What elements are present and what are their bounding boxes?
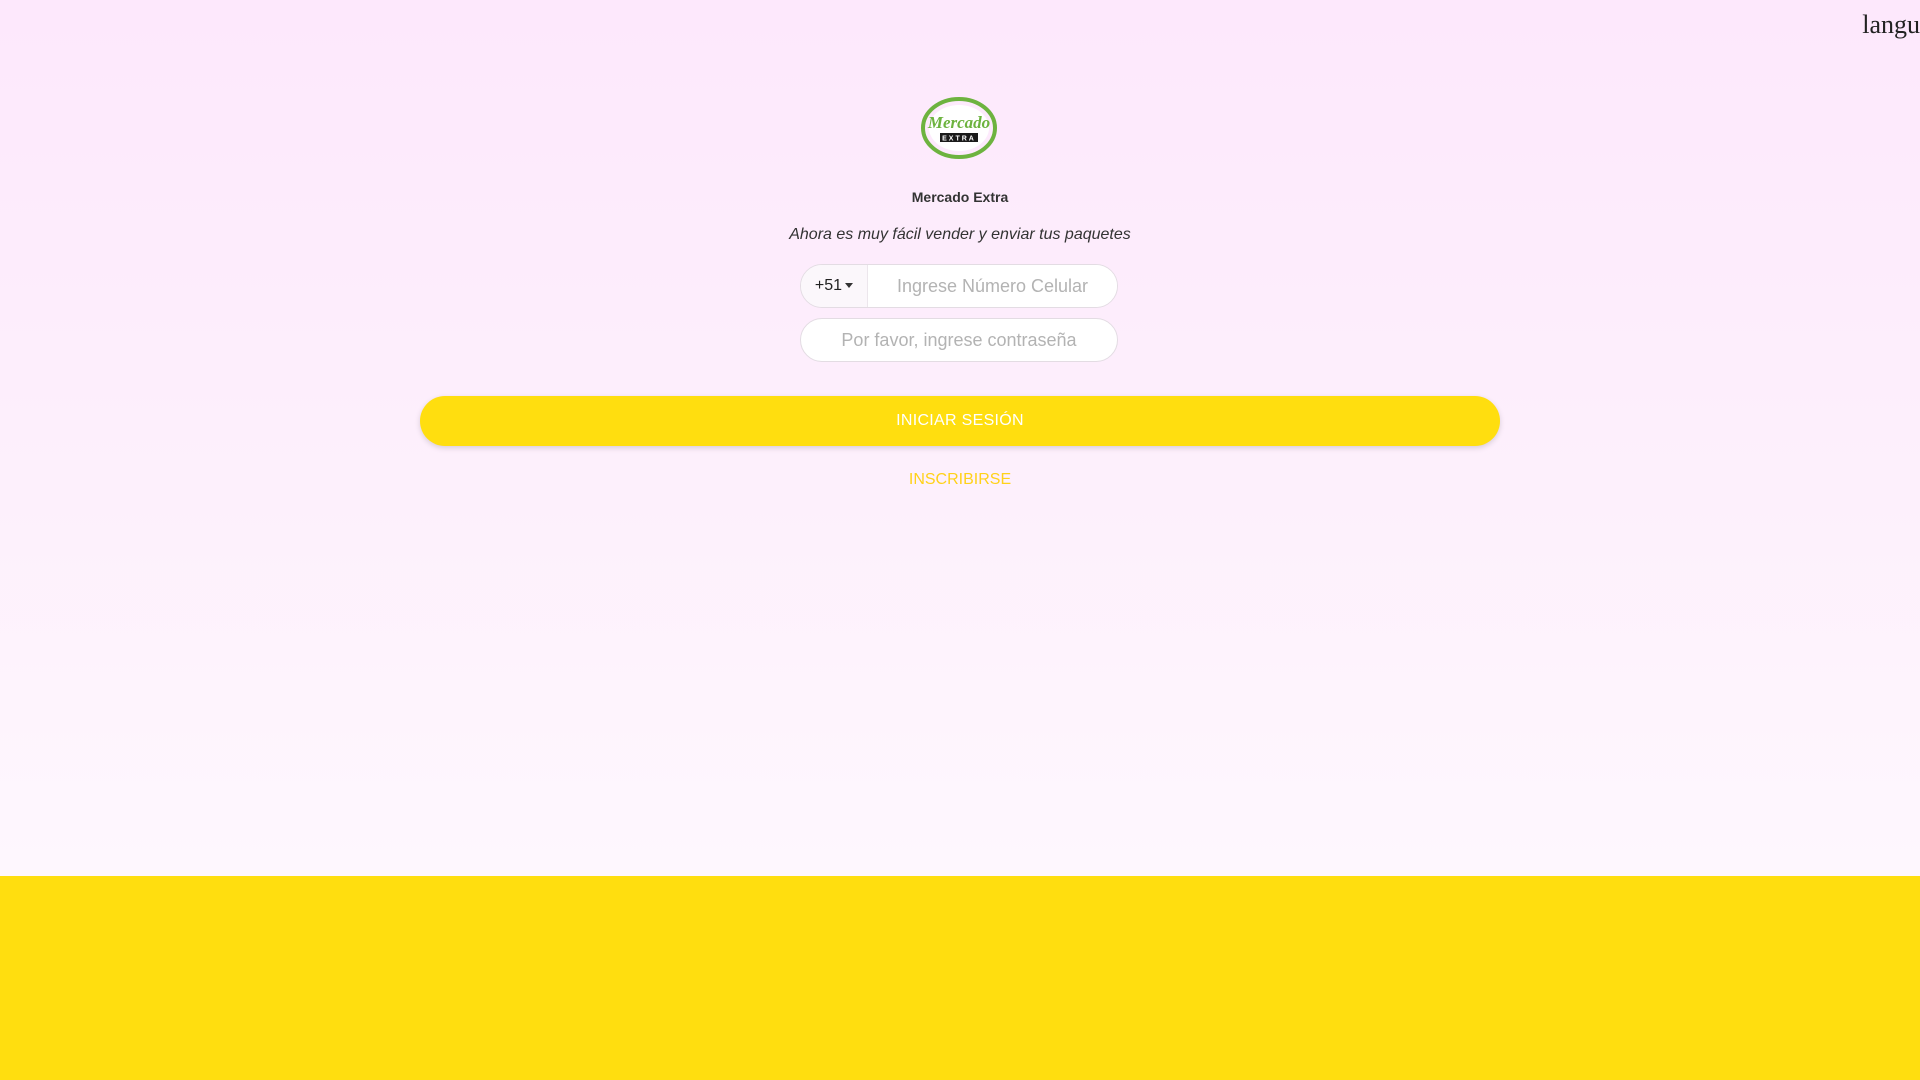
register-link[interactable]: INSCRIBIRSE: [0, 471, 1920, 489]
mercado-extra-logo: Mercado EXTRA: [921, 97, 997, 159]
svg-text:Mercado: Mercado: [927, 113, 990, 132]
app-title: Mercado Extra: [911, 189, 1009, 205]
caret-down-icon: [845, 282, 854, 288]
country-code-dropdown[interactable]: +51: [801, 265, 868, 307]
language-selector[interactable]: langu: [1862, 10, 1920, 40]
phone-input-group: +51: [800, 264, 1118, 308]
phone-number-input[interactable]: [868, 265, 1117, 307]
tagline: Ahora es muy fácil vender y enviar tus p…: [789, 226, 1131, 243]
password-input[interactable]: [800, 318, 1118, 362]
svg-text:EXTRA: EXTRA: [942, 136, 976, 143]
login-button[interactable]: INICIAR SESIÓN: [420, 396, 1500, 446]
footer-band: [0, 876, 1920, 1080]
country-code-label: +51: [814, 277, 843, 294]
